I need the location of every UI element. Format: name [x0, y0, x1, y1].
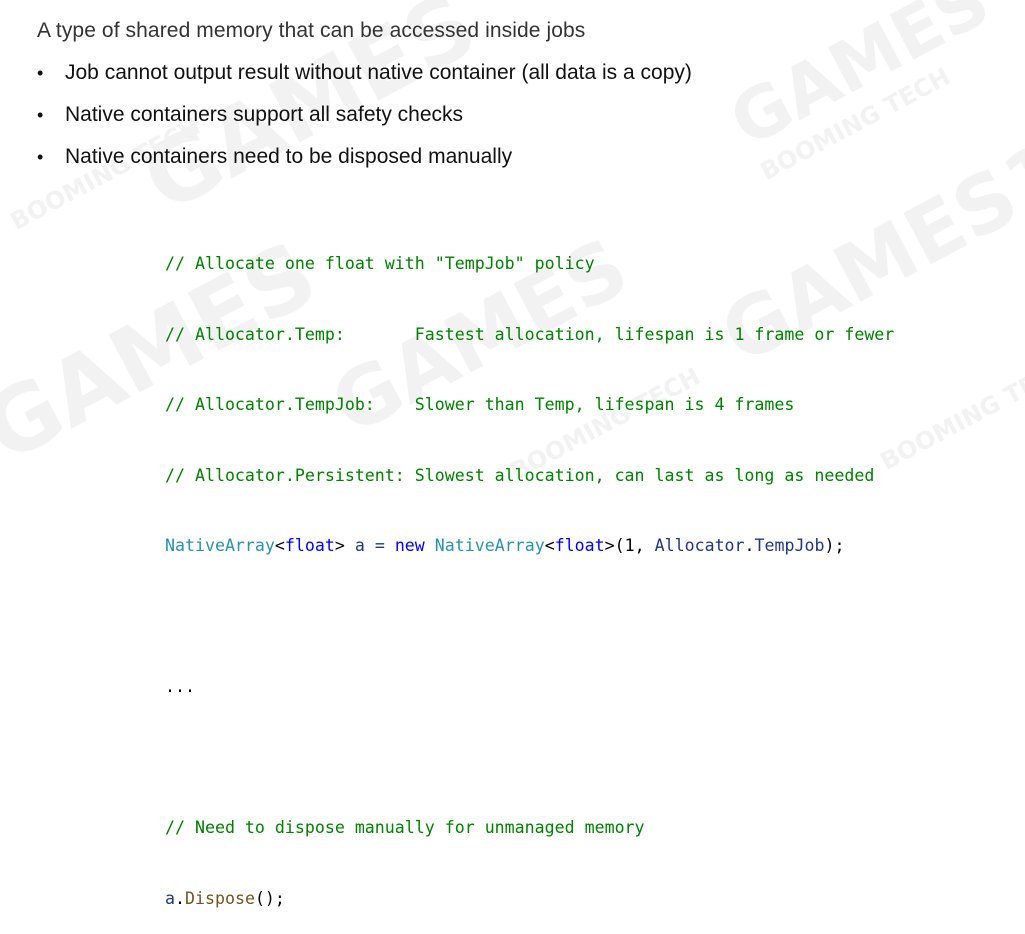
code-punct: < — [274, 536, 285, 555]
code-keyword: new — [394, 536, 425, 555]
code-class-name: Allocator — [654, 536, 745, 555]
bullet-item: • Native containers support all safety c… — [37, 102, 692, 144]
code-comment-line: // Allocator.Temp: Fastest allocation, l… — [165, 324, 895, 344]
code-comment-line: // Allocate one float with "TempJob" pol… — [165, 254, 595, 273]
bullet-item: • Native containers need to be disposed … — [37, 144, 692, 186]
code-block: // Allocate one float with "TempJob" pol… — [165, 205, 894, 934]
code-declaration-line: NativeArray<float> a = new NativeArray<f… — [165, 534, 894, 558]
slide-content: A type of shared memory that can be acce… — [0, 0, 1025, 908]
bullet-text: Native containers support all safety che… — [65, 103, 464, 126]
code-comment-line: // Allocator.Persistent: Slowest allocat… — [165, 465, 875, 485]
code-punct: > — [604, 536, 615, 555]
bullet-item: • Job cannot output result without nativ… — [37, 60, 692, 102]
code-member: TempJob — [754, 536, 825, 555]
bullet-list: • Job cannot output result without nativ… — [37, 60, 692, 186]
code-punct: . — [744, 536, 755, 555]
bullet-dot-icon: • — [37, 105, 44, 125]
bullet-text: Native containers need to be disposed ma… — [65, 145, 513, 168]
code-comment-line: // Allocator.TempJob: Slower than Temp, … — [165, 395, 795, 414]
code-keyword: float — [554, 536, 605, 555]
code-keyword: float — [284, 536, 335, 555]
code-comment-line: // Need to dispose manually for unmanage… — [165, 818, 645, 837]
intro-text: A type of shared memory that can be acce… — [37, 19, 586, 42]
code-args: (1, — [614, 536, 655, 555]
code-variable: a — [165, 888, 175, 908]
bullet-dot-icon: • — [37, 147, 44, 167]
code-punct: . — [175, 888, 185, 908]
code-type: NativeArray — [434, 536, 545, 555]
bullet-dot-icon: • — [37, 63, 44, 83]
code-type: NativeArray — [165, 536, 275, 555]
code-punct: > — [334, 536, 345, 555]
code-punct: ); — [824, 536, 845, 555]
code-dispose-line: a.Dispose(); — [165, 887, 894, 911]
code-variable: a = — [344, 536, 395, 555]
code-ellipsis: ... — [165, 677, 195, 696]
code-punct: (); — [254, 888, 285, 908]
code-punct: < — [544, 536, 555, 555]
bullet-text: Job cannot output result without native … — [65, 61, 692, 84]
code-method: Dispose — [185, 888, 255, 908]
